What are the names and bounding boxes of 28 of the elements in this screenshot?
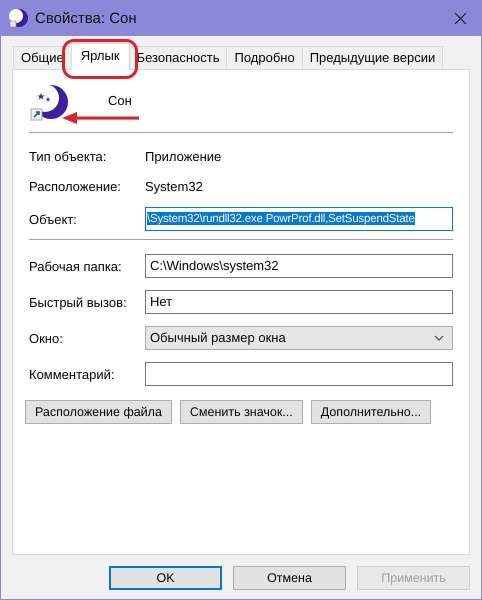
field-label: Окно: [29, 330, 64, 346]
field-label: Комментарий: [29, 366, 116, 382]
field-value: Приложение [145, 148, 222, 164]
action-button[interactable]: Расположение файла [25, 400, 172, 424]
action-button[interactable]: Сменить значок... [180, 400, 303, 424]
shortcut-name: Сон [108, 92, 132, 108]
close-icon[interactable] [454, 12, 467, 24]
tab[interactable]: Предыдущие версии [302, 46, 444, 69]
field-value: System32 [145, 178, 203, 194]
field-label: Рабочая папка: [29, 258, 123, 274]
moon-icon [29, 83, 69, 123]
field-label: Быстрый вызов: [29, 294, 128, 310]
field-label: Объект: [29, 212, 78, 226]
dialog-button[interactable]: Отмена [233, 566, 346, 590]
input-field[interactable]: C:\Windows\system32 [145, 254, 453, 278]
moon-icon [9, 8, 29, 28]
caret-icon [434, 335, 444, 341]
field-label: Тип объекта: [29, 148, 108, 164]
window-title: Свойства: Сон [35, 10, 137, 26]
tab[interactable]: Ярлык [70, 43, 130, 70]
dialog-button[interactable]: OK [109, 566, 222, 590]
field-label: Расположение: [29, 178, 122, 194]
tab[interactable]: Общие [13, 46, 72, 69]
input-field[interactable] [145, 362, 453, 386]
dropdown[interactable]: Обычный размер окна [145, 326, 453, 350]
input-field[interactable]: Нет [145, 290, 453, 314]
action-button[interactable]: Дополнительно... [310, 400, 432, 424]
object-field[interactable]: \System32\rundll32.exe PowrProf.dll,SetSuspendState [145, 207, 453, 231]
